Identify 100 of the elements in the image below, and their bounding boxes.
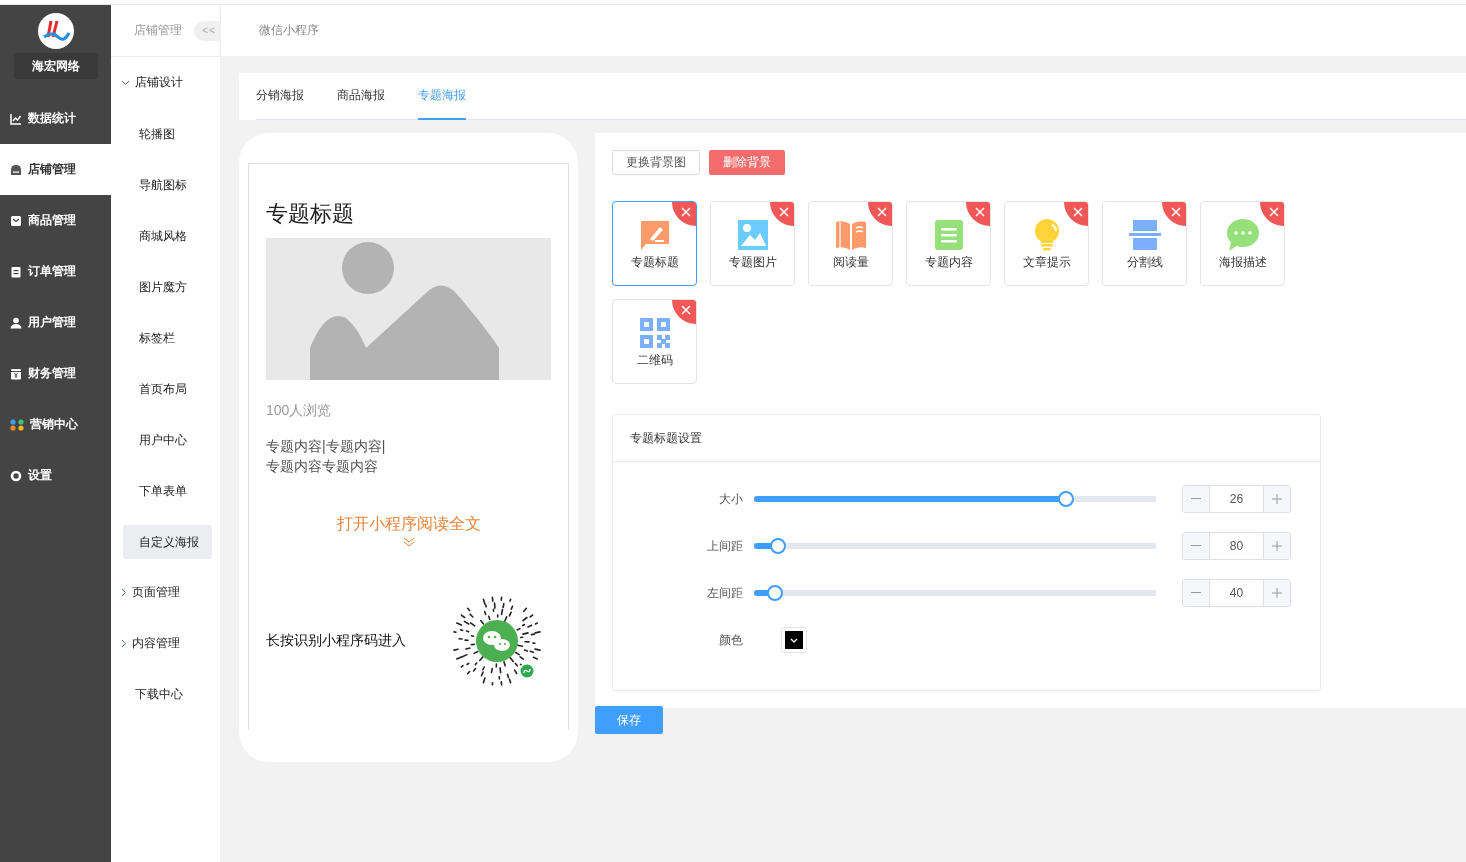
widget-tile[interactable]: 海报描述	[1200, 201, 1285, 286]
nav-item[interactable]: 商品管理	[0, 195, 111, 246]
qr-code-icon	[637, 316, 672, 350]
widget-tile[interactable]: 阅读量	[808, 201, 893, 286]
double-chevron-down-icon	[402, 537, 415, 547]
remove-button[interactable]	[868, 202, 892, 226]
remove-button[interactable]	[1064, 202, 1088, 226]
widget-label: 专题标题	[630, 254, 679, 271]
close-icon	[681, 207, 691, 217]
cash-box-icon	[10, 367, 22, 380]
number-stepper[interactable]: 40	[1182, 579, 1291, 607]
nav-item[interactable]: 订单管理	[0, 246, 111, 297]
nav-item[interactable]: 数据统计	[0, 93, 111, 144]
brand-name: 海宏网络	[13, 53, 98, 79]
menu-item[interactable]: 下载中心	[135, 686, 183, 703]
minus-icon	[1191, 592, 1201, 594]
poster-content: 专题内容专题内容	[266, 457, 379, 476]
widget-label: 专题图片	[728, 254, 777, 271]
close-icon	[779, 207, 789, 217]
nav-item[interactable]: 营销中心	[0, 399, 111, 450]
menu-item[interactable]: 轮播图	[123, 116, 212, 151]
menu-item[interactable]: 商城风格	[123, 218, 212, 253]
chat-bubble-icon	[1225, 218, 1260, 252]
field-label: 上间距	[706, 537, 744, 555]
menu-item[interactable]: 导航图标	[123, 167, 212, 202]
remove-button[interactable]	[966, 202, 990, 226]
menu-item[interactable]: 下单表单	[123, 473, 212, 508]
menu-item[interactable]: 用户中心	[123, 422, 212, 457]
remove-button[interactable]	[672, 202, 696, 226]
marketing-icon	[10, 418, 24, 431]
menu-item[interactable]: 自定义海报	[123, 524, 212, 559]
widget-label: 二维码	[636, 352, 673, 369]
widget-tile[interactable]: 专题标题	[612, 201, 697, 286]
field-label: 颜色	[718, 631, 744, 649]
page-title: 微信小程序	[259, 22, 319, 39]
logo-icon	[37, 13, 74, 49]
increment-button[interactable]	[1263, 533, 1290, 559]
slider-thumb[interactable]	[766, 585, 783, 601]
scan-hint: 长按识别小程序码进入	[266, 632, 406, 650]
close-icon	[877, 207, 887, 217]
number-stepper[interactable]: 26	[1182, 485, 1291, 513]
nav-item[interactable]: 用户管理	[0, 297, 111, 348]
slider-thumb[interactable]	[770, 538, 787, 554]
widget-tile[interactable]: 分割线	[1102, 201, 1187, 286]
nav-item[interactable]: 财务管理	[0, 348, 111, 399]
widget-tile[interactable]: 二维码	[612, 299, 697, 384]
close-icon	[1073, 207, 1083, 217]
chevron-right-icon	[121, 588, 127, 597]
panel-title: 店铺管理	[134, 22, 182, 39]
widget-tile[interactable]: 专题内容	[906, 201, 991, 286]
widget-label: 专题内容	[924, 254, 973, 271]
plus-icon	[1272, 541, 1282, 551]
close-icon	[1269, 207, 1279, 217]
clipboard-icon	[10, 265, 22, 278]
chevron-down-icon	[121, 79, 130, 86]
widget-label: 文章提示	[1022, 254, 1071, 271]
nav-item[interactable]: 店铺管理	[0, 144, 111, 195]
widget-label: 分割线	[1126, 254, 1163, 271]
widget-label: 海报描述	[1218, 254, 1267, 271]
change-background-button[interactable]: 更换背景图	[612, 150, 700, 175]
menu-group[interactable]: 页面管理	[111, 567, 220, 618]
menu-item[interactable]: 图片魔方	[123, 269, 212, 304]
poster-title: 专题标题	[266, 200, 355, 228]
user-icon	[10, 316, 22, 329]
tab[interactable]: 分销海报	[256, 73, 304, 120]
poster-content: 专题内容|专题内容|	[266, 437, 387, 456]
number-stepper[interactable]: 80	[1182, 532, 1291, 560]
minus-icon	[1191, 545, 1201, 547]
increment-button[interactable]	[1263, 486, 1290, 512]
field-label: 左间距	[706, 584, 744, 602]
field-label: 大小	[718, 490, 744, 508]
menu-item[interactable]: 首页布局	[123, 371, 212, 406]
close-icon	[681, 305, 691, 315]
divider-icon	[1127, 218, 1162, 252]
widget-tile[interactable]: 专题图片	[710, 201, 795, 286]
remove-button[interactable]	[1162, 202, 1186, 226]
chevron-right-icon	[121, 639, 127, 648]
menu-item[interactable]: 标签栏	[123, 320, 212, 355]
settings-title: 专题标题设置	[630, 429, 702, 447]
menu-group[interactable]: 店铺设计	[111, 57, 220, 108]
nav-item[interactable]: 设置	[0, 450, 111, 501]
remove-button[interactable]	[770, 202, 794, 226]
line-chart-icon	[10, 112, 22, 125]
settings-icon	[10, 469, 22, 482]
slider-thumb[interactable]	[1057, 491, 1074, 507]
caret-icon	[790, 637, 798, 643]
widget-tile[interactable]: 文章提示	[1004, 201, 1089, 286]
remove-button[interactable]	[1260, 202, 1284, 226]
widget-label: 阅读量	[832, 254, 869, 271]
menu-group[interactable]: 内容管理	[111, 618, 220, 669]
envelope-icon	[10, 214, 22, 227]
increment-button[interactable]	[1263, 580, 1290, 606]
image-icon	[735, 218, 770, 252]
tab[interactable]: 商品海报	[337, 73, 385, 120]
read-count: 100人浏览	[266, 402, 333, 420]
shop-icon	[10, 163, 22, 176]
close-icon	[975, 207, 985, 217]
remove-button[interactable]	[672, 300, 696, 324]
plus-icon	[1272, 588, 1282, 598]
book-icon	[833, 218, 868, 252]
